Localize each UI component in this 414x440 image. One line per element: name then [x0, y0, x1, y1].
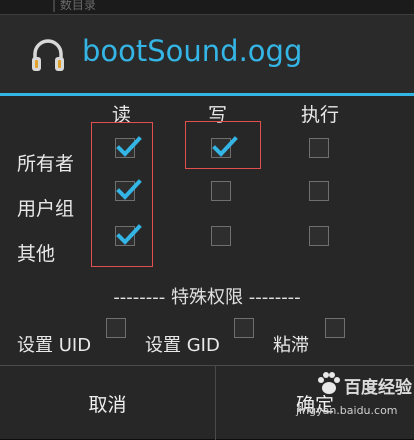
- row-label-group: 用户组: [17, 198, 75, 220]
- dialog-titlebar: bootSound.ogg: [0, 15, 414, 93]
- column-header-execute: 执行: [301, 104, 340, 126]
- checkbox-group-read[interactable]: [115, 179, 142, 201]
- title-divider: [0, 93, 414, 96]
- checkmark-icon: [212, 136, 238, 157]
- row-label-others: 其他: [17, 243, 56, 265]
- headphones-icon: [32, 39, 64, 71]
- column-header-write: 写: [208, 104, 228, 126]
- checkbox-others-read[interactable]: [115, 224, 142, 246]
- sticky-label: 粘滞: [273, 335, 309, 356]
- background-text: | 数目录: [52, 0, 96, 12]
- checkmark-icon: [116, 179, 142, 200]
- background-app: | 数目录: [0, 0, 414, 14]
- setgid-label: 设置 GID: [145, 335, 220, 356]
- dialog-title: bootSound.ogg: [82, 34, 303, 68]
- checkbox-setgid[interactable]: [234, 318, 254, 338]
- watermark: 百度经验 jingyan.baidu.com: [296, 364, 412, 424]
- row-label-owner: 所有者: [17, 153, 75, 175]
- checkbox-group-execute[interactable]: [309, 181, 329, 201]
- special-permissions-header: -------- 特殊权限 --------: [113, 287, 301, 308]
- checkbox-owner-write[interactable]: [211, 136, 238, 158]
- checkmark-icon: [116, 136, 142, 157]
- paw-icon: [318, 372, 340, 394]
- watermark-text: 百度经验: [344, 378, 412, 398]
- screen: | 数目录 bootSound.ogg 读 写 执行 所有者 用户组 其他 --…: [0, 0, 414, 440]
- watermark-url: jingyan.baidu.com: [296, 404, 398, 417]
- checkmark-icon: [116, 224, 142, 245]
- setuid-label: 设置 UID: [17, 335, 92, 356]
- column-header-read: 读: [112, 104, 132, 126]
- checkbox-owner-execute[interactable]: [309, 138, 329, 158]
- cancel-button[interactable]: 取消: [0, 366, 215, 440]
- checkbox-sticky[interactable]: [325, 318, 345, 338]
- checkbox-owner-read[interactable]: [115, 136, 142, 158]
- checkbox-group-write[interactable]: [211, 181, 231, 201]
- checkbox-others-write[interactable]: [211, 226, 231, 246]
- checkbox-setuid[interactable]: [106, 318, 126, 338]
- checkbox-others-execute[interactable]: [309, 226, 329, 246]
